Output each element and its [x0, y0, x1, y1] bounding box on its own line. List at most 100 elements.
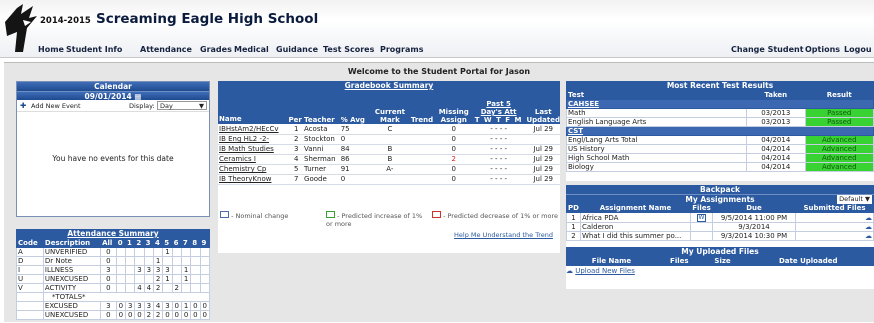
- course-mark: [369, 134, 411, 144]
- attendance-cell: 3: [152, 265, 164, 275]
- course-updated: Jul 29: [533, 124, 554, 133]
- course-avg: 91: [340, 165, 350, 173]
- legend-nominal: - Nominal change: [220, 211, 320, 220]
- attendance-col-header: Code: [16, 238, 44, 248]
- nav-programs[interactable]: Programs: [380, 45, 423, 54]
- attendance-cell: 2: [152, 310, 164, 320]
- attendance-cell: [143, 247, 154, 257]
- nav-grades[interactable]: Grades: [200, 45, 232, 54]
- trend-help-link[interactable]: Help Me Understand the Trend: [454, 231, 553, 239]
- test-group-name[interactable]: CAHSEE: [566, 99, 874, 109]
- attendance-cell: [162, 283, 173, 293]
- attendance-cell: 0: [134, 310, 145, 320]
- upload-icon[interactable]: ☁: [865, 214, 872, 222]
- attendance-cell: [180, 256, 192, 266]
- gradebook-row: IBHstAm2/HEcCv 1 Acosta 75 C 0 - - - - Jul 29: [218, 124, 560, 134]
- course-attendance: - - - -: [490, 124, 507, 133]
- course-avg: 0: [340, 135, 346, 143]
- assignments-col-header: Assignment Name: [580, 203, 691, 213]
- days-att-link[interactable]: Day's Att: [471, 108, 527, 116]
- gradebook-row: Ceramics I 4 Sherman 86 B 2 - - - - Jul 29: [218, 154, 560, 164]
- course-trend: [411, 144, 437, 154]
- attendance-cell: [199, 274, 211, 284]
- test-result: Passed: [804, 108, 874, 118]
- attendance-cell: [171, 274, 182, 284]
- attendance-title[interactable]: Attendance Summary: [16, 229, 210, 238]
- attendance-cell: 0: [171, 301, 182, 311]
- display-select[interactable]: Day ▼: [157, 101, 207, 110]
- attendance-cell: [115, 256, 127, 266]
- assignments-header-row: PD Assignment Name Files Due Submitted Files: [566, 203, 874, 213]
- attendance-cell: 1: [180, 274, 192, 284]
- course-link[interactable]: IBHstAm2/HEcCv: [218, 124, 288, 134]
- test-group-name[interactable]: CST: [566, 126, 874, 136]
- course-mark: B: [387, 155, 393, 163]
- attendance-cell: 3: [162, 265, 173, 275]
- attendance-cell: [190, 265, 201, 275]
- attendance-title-link[interactable]: Attendance Summary: [67, 229, 158, 238]
- nav-student-info[interactable]: Student Info: [66, 45, 122, 54]
- nav-attendance[interactable]: Attendance: [140, 45, 192, 54]
- assignment-name[interactable]: What I did this summer po...: [580, 231, 691, 241]
- assignment-name[interactable]: Calderon: [580, 222, 691, 232]
- course-link[interactable]: Ceramics I: [218, 154, 288, 164]
- attendance-cell: [115, 265, 127, 275]
- course-teacher: Turner: [304, 165, 327, 173]
- calendar-empty-text: You have no events for this date: [52, 154, 174, 163]
- course-link[interactable]: IB TheoryKnow: [218, 174, 288, 184]
- attendance-cell: 0: [199, 301, 211, 311]
- attendance-table: Code Description All 0 1 2 3 4 5 6 7 8 9 A UNVERIFIED 0…: [16, 238, 211, 320]
- attendance-cell: 2: [152, 274, 164, 284]
- add-event-link[interactable]: Add New Event: [31, 102, 81, 110]
- attendance-cell: 3: [134, 301, 145, 311]
- attendance-cell: 0: [162, 310, 173, 320]
- col-missing: Missing Assign: [438, 108, 469, 124]
- assignment-submitted: ☁: [795, 222, 874, 232]
- upload-icon[interactable]: ☁: [865, 223, 872, 231]
- attendance-totals-row: EXCUSED 3 0 3 3 3 4 3 0 1 0 0: [16, 301, 211, 311]
- test-result: Passed: [804, 117, 874, 127]
- my-assignments-bar: My Assignments Default ▼: [566, 194, 874, 204]
- attendance-panel: Attendance Summary Code Description All 0 1 2…: [16, 229, 211, 323]
- upload-icon[interactable]: ☁: [865, 232, 872, 240]
- course-teacher: Sherman: [304, 155, 336, 163]
- course-trend: [411, 154, 437, 164]
- attendance-row: A UNVERIFIED 0 1: [16, 247, 211, 257]
- assignment-name[interactable]: Africa PDA: [580, 212, 691, 223]
- attendance-cell: 0: [171, 310, 182, 320]
- nav-guidance[interactable]: Guidance: [276, 45, 318, 54]
- past5-link[interactable]: Past 5: [471, 100, 527, 108]
- attendance-cell: 0: [100, 310, 117, 320]
- nav-change-student[interactable]: Change Student: [731, 45, 804, 54]
- attendance-cell: 0: [180, 310, 192, 320]
- nav-test-scores[interactable]: Test Scores: [323, 45, 374, 54]
- test-taken: 03/2013: [746, 108, 806, 118]
- word-file-icon[interactable]: W: [696, 214, 707, 222]
- nav-medical[interactable]: Medical: [234, 45, 269, 54]
- assignments-filter-select[interactable]: Default ▼: [837, 195, 872, 204]
- attendance-cell: 1: [162, 274, 173, 284]
- col-per: Per: [288, 116, 302, 124]
- attendance-col-header: 6: [171, 238, 182, 248]
- course-updated: [526, 134, 560, 144]
- attendance-cell: [199, 265, 211, 275]
- main-nav: Home Student Info Attendance Grades Medi…: [38, 45, 874, 58]
- eagle-logo: [5, 4, 37, 52]
- course-period: 4: [294, 155, 299, 163]
- attendance-cell: D: [16, 256, 44, 266]
- upload-link[interactable]: Upload New Files: [575, 267, 635, 275]
- gradebook-title-link[interactable]: Gradebook Summary: [345, 81, 434, 90]
- add-event-icon[interactable]: ✚: [20, 101, 26, 110]
- nav-options[interactable]: Options: [805, 45, 840, 54]
- nav-home[interactable]: Home: [38, 45, 64, 54]
- course-link[interactable]: IB Eng HL2 -2-: [218, 134, 288, 144]
- course-link[interactable]: IB Math Studies: [218, 144, 288, 154]
- decrease-trend-icon: [432, 211, 441, 218]
- col-file-name: File Name: [566, 256, 657, 266]
- calendar-toolbar: ✚ Add New Event Display: Day ▼: [17, 100, 209, 112]
- nav-logout[interactable]: Logou: [844, 45, 872, 54]
- course-link[interactable]: Chemistry Cp: [218, 164, 288, 174]
- assignment-row: 1 Africa PDA W 9/5/2014 11:00 PM ☁: [566, 212, 874, 223]
- assignment-row: 2 What I did this summer po... 9/3/2014 10…: [566, 231, 874, 241]
- upload-new-files[interactable]: ☁ Upload New Files: [566, 267, 874, 275]
